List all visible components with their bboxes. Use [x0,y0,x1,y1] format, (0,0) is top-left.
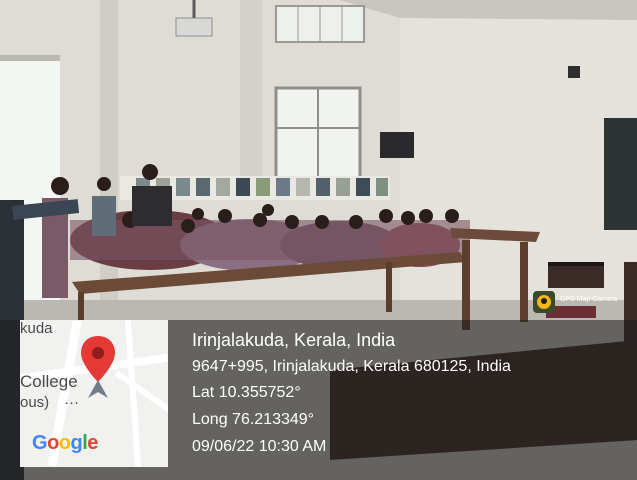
map-label-top: kuda [20,320,53,337]
latitude: Lat 10.355752° [192,384,301,401]
app-name: GPS Map Camera [560,296,618,303]
location-title: Irinjalakuda, Kerala, India [192,330,396,350]
gps-map-camera-badge: GPS Map Camera [533,291,623,313]
map-label-college: College [20,372,78,391]
mini-map: kuda College ous) ··· Google [20,320,168,467]
location-pin-icon [80,336,116,413]
gps-map-camera-icon [533,291,555,313]
location-address: 9647+995, Irinjalakuda, Kerala 680125, I… [192,358,511,375]
longitude: Long 76.213349° [192,411,315,428]
map-label-ous: ous) [20,394,50,411]
google-logo: Google [32,432,98,454]
datetime: 09/06/22 10:30 AM [192,438,327,455]
